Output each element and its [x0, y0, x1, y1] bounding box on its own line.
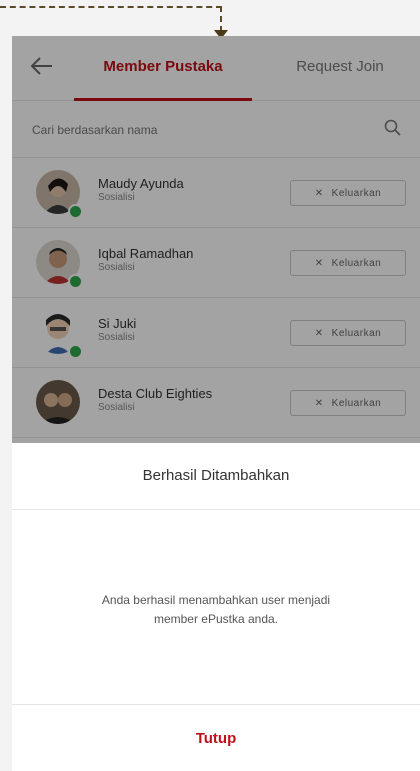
- annotation-connector-top: [0, 6, 222, 8]
- phone-screen: Member Pustaka Request Join Maudy Ayunda…: [12, 36, 420, 771]
- success-dialog: Berhasil Ditambahkan Anda berhasil menam…: [12, 443, 420, 771]
- close-dialog-button[interactable]: Tutup: [12, 705, 420, 771]
- annotation-connector-top-vertical: [220, 6, 222, 32]
- dialog-message: Anda berhasil menambahkan user menjadi m…: [101, 593, 331, 626]
- modal-overlay[interactable]: [12, 36, 420, 443]
- dialog-title: Berhasil Ditambahkan: [12, 443, 420, 510]
